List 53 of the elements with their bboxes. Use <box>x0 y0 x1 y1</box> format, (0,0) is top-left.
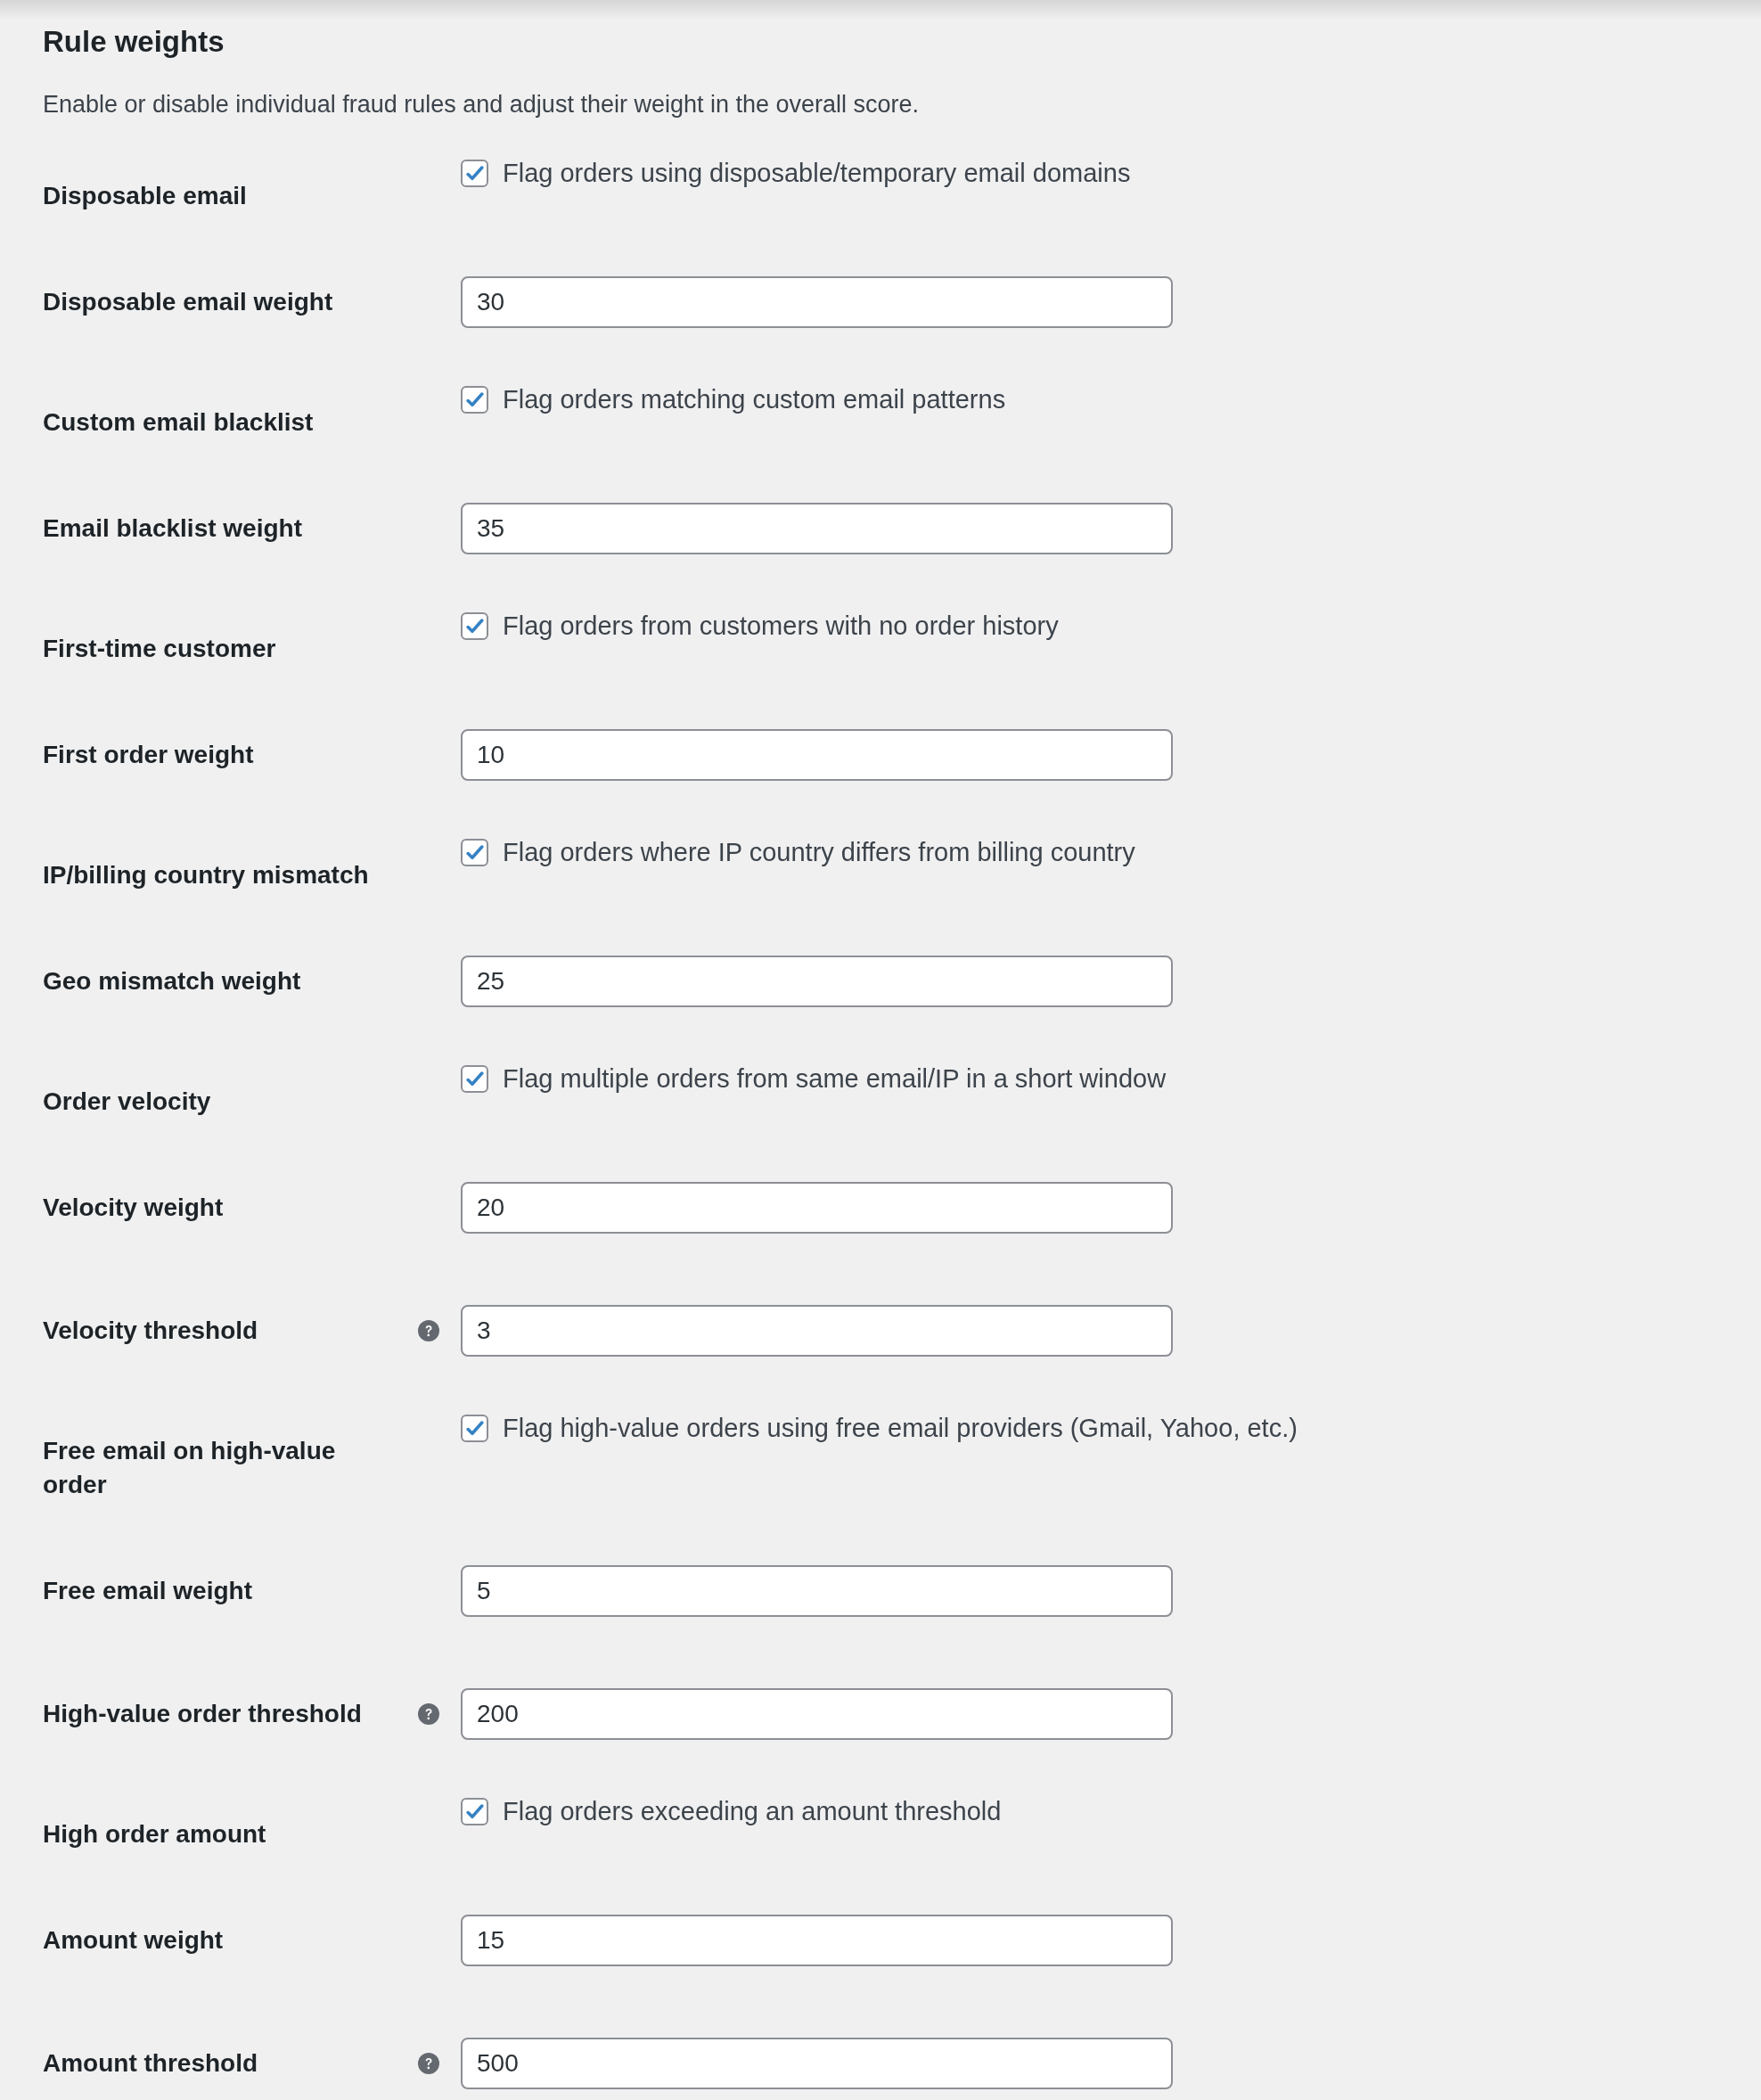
checkmark-icon <box>465 165 484 181</box>
field-label: Disposable email <box>43 182 247 209</box>
input-field[interactable]: 3 <box>461 1305 1173 1357</box>
field-label: High-value order threshold <box>43 1700 362 1727</box>
checkmark-icon <box>465 618 484 634</box>
checkbox-label: Flag orders where IP country differs from billing country <box>503 837 1135 868</box>
field-label: Email blacklist weight <box>43 514 302 542</box>
help-icon[interactable] <box>418 1703 439 1725</box>
checkmark-icon <box>465 844 484 860</box>
checkbox-label: Flag orders from customers with no order history <box>503 611 1059 642</box>
checkbox-label: Flag multiple orders from same email/IP in a short window <box>503 1063 1167 1095</box>
input-field[interactable]: 30 <box>461 276 1173 328</box>
checkbox[interactable] <box>461 838 488 866</box>
field-label: Velocity weight <box>43 1194 224 1221</box>
field-label: Velocity threshold <box>43 1317 258 1344</box>
field-label: Amount threshold <box>43 2049 258 2077</box>
checkbox[interactable] <box>461 1797 488 1825</box>
help-icon[interactable] <box>418 2053 439 2074</box>
checkbox[interactable] <box>461 385 488 414</box>
checkbox[interactable] <box>461 1064 488 1093</box>
checkbox[interactable] <box>461 1414 488 1442</box>
input-field[interactable]: 5 <box>461 1565 1173 1617</box>
checkbox[interactable] <box>461 159 488 187</box>
checkbox-label: Flag orders using disposable/temporary email domains <box>503 158 1131 189</box>
input-field[interactable]: 500 <box>461 2038 1173 2089</box>
field-label: Order velocity <box>43 1087 211 1115</box>
input-field[interactable]: 20 <box>461 1182 1173 1234</box>
checkbox-label: Flag high-value orders using free email providers (Gmail, Yahoo, etc.) <box>503 1413 1298 1444</box>
field-label: IP/billing country mismatch <box>43 861 369 889</box>
checkbox-label: Flag orders matching custom email patterns <box>503 384 1006 415</box>
field-label: Amount weight <box>43 1926 224 1954</box>
help-icon[interactable] <box>418 1320 439 1341</box>
field-label: Custom email blacklist <box>43 408 314 436</box>
checkbox[interactable] <box>461 611 488 640</box>
field-label: Disposable email weight <box>43 288 333 316</box>
input-field[interactable]: 15 <box>461 1915 1173 1966</box>
field-label: Free email weight <box>43 1577 252 1604</box>
input-field[interactable]: 35 <box>461 503 1173 554</box>
section-title: Rule weights <box>43 25 225 58</box>
field-label: First-time customer <box>43 635 276 662</box>
field-label: High order amount <box>43 1820 266 1848</box>
input-field[interactable]: 25 <box>461 956 1173 1007</box>
section-description: Enable or disable individual fraud rules and adjust their weight in the overall score. <box>43 91 920 118</box>
checkbox-label: Flag orders exceeding an amount threshold <box>503 1796 1002 1827</box>
checkmark-icon <box>465 391 484 407</box>
field-label: Geo mismatch weight <box>43 967 301 995</box>
field-label: Free email on high-value order <box>43 1437 336 1498</box>
input-field[interactable]: 200 <box>461 1688 1173 1740</box>
input-field[interactable]: 10 <box>461 729 1173 781</box>
checkmark-icon <box>465 1803 484 1819</box>
field-label: First order weight <box>43 741 254 768</box>
checkmark-icon <box>465 1071 484 1087</box>
checkmark-icon <box>465 1420 484 1436</box>
